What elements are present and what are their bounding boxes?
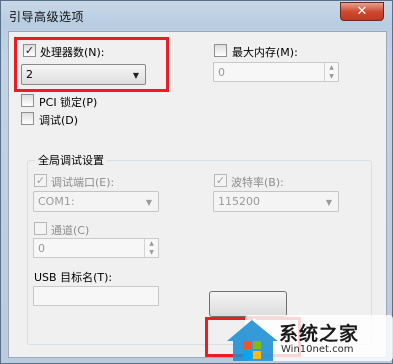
baud-rate-dropdown[interactable]: 115200 ▼ (213, 191, 339, 212)
spin-buttons[interactable]: ▲ ▼ (144, 239, 158, 257)
chevron-down-icon: ▼ (145, 198, 152, 207)
pci-lock-label: PCI 锁定(P) (39, 96, 98, 109)
max-memory-stepper[interactable]: 0 ▲ ▼ (213, 62, 339, 82)
channel-checkbox[interactable] (34, 222, 47, 235)
spin-up-icon[interactable]: ▲ (145, 239, 158, 248)
channel-label: 通道(C) (51, 224, 90, 237)
dialog-body: ✓ 处理器数(N): 2 ▼ 最大内存(M): 0 ▲ ▼ PCI 锁定(P) … (8, 31, 387, 358)
debug-checkbox[interactable] (21, 112, 34, 125)
close-icon: ✕ (356, 4, 368, 19)
check-icon: ✓ (35, 174, 46, 187)
max-memory-label: 最大内存(M): (232, 46, 298, 59)
chevron-down-icon: ▼ (325, 198, 332, 207)
watermark-url: Win10net.com (281, 344, 354, 355)
usb-target-input[interactable] (33, 286, 159, 306)
debug-port-checkbox[interactable]: ✓ (34, 174, 47, 187)
channel-stepper[interactable]: 0 ▲ ▼ (33, 238, 159, 258)
dialog-window: 引导高级选项 ✕ ✓ 处理器数(N): 2 ▼ 最大内存(M): 0 ▲ ▼ P… (0, 0, 393, 364)
house-logo-icon (227, 317, 286, 361)
watermark: 系统之家 Win10net.com (223, 311, 393, 363)
title-bar[interactable]: 引导高级选项 ✕ (1, 1, 393, 31)
max-memory-checkbox[interactable] (214, 44, 227, 57)
window-title: 引导高级选项 (9, 10, 85, 24)
spin-up-icon[interactable]: ▲ (325, 63, 338, 72)
highlight-box-processors (14, 37, 169, 92)
max-memory-value: 0 (218, 66, 225, 79)
close-button[interactable]: ✕ (340, 2, 384, 21)
spin-down-icon[interactable]: ▼ (145, 248, 158, 257)
debug-port-value: COM1: (38, 195, 75, 208)
debug-label: 调试(D) (39, 114, 79, 127)
pci-lock-checkbox[interactable] (21, 94, 34, 107)
baud-rate-label: 波特率(B): (231, 176, 284, 189)
watermark-brand: 系统之家 (279, 323, 360, 345)
spin-down-icon[interactable]: ▼ (325, 72, 338, 81)
baud-rate-value: 115200 (218, 195, 260, 208)
global-debug-title: 全局调试设置 (35, 152, 107, 168)
baud-rate-checkbox[interactable]: ✓ (214, 174, 227, 187)
debug-port-label: 调试端口(E): (51, 176, 115, 189)
debug-port-dropdown[interactable]: COM1: ▼ (33, 191, 159, 212)
channel-value: 0 (38, 242, 45, 255)
usb-target-label: USB 目标名(T): (34, 271, 113, 284)
check-icon: ✓ (215, 174, 226, 187)
spin-buttons[interactable]: ▲ ▼ (324, 63, 338, 81)
